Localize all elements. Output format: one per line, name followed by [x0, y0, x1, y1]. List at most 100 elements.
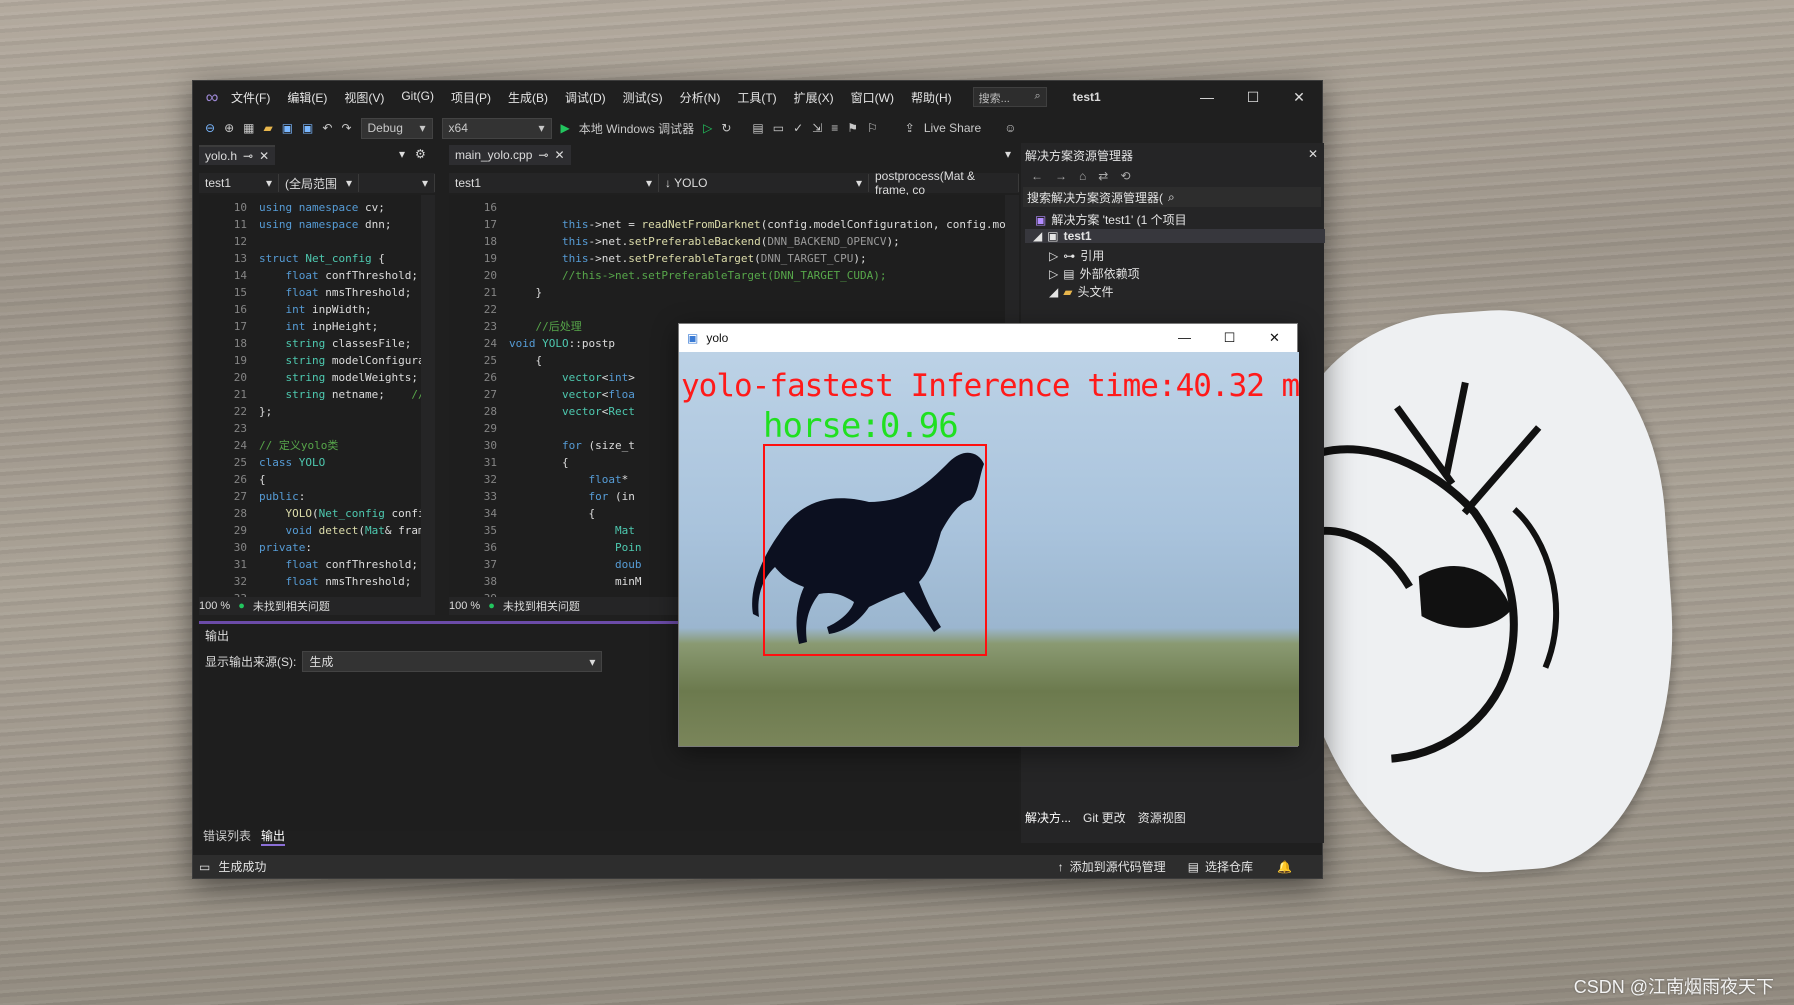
menu-tools[interactable]: 工具(T)	[737, 89, 776, 106]
tab-output[interactable]: 输出	[261, 827, 286, 846]
pin-icon[interactable]: ⊸	[243, 149, 253, 163]
add-source-control-button[interactable]: 添加到源代码管理	[1070, 858, 1166, 875]
menu-window[interactable]: 窗口(W)	[851, 89, 894, 106]
tree-solution[interactable]: ▣ 解决方案 'test1' (1 个项目	[1035, 211, 1187, 228]
maximize-icon[interactable]: ☐	[1230, 81, 1276, 113]
bell-icon[interactable]: 🔔	[1277, 860, 1292, 874]
spell-icon[interactable]: ✓	[793, 121, 803, 135]
select-repo-button[interactable]: 选择仓库	[1205, 858, 1253, 875]
tab-solution[interactable]: 解决方...	[1025, 809, 1071, 826]
close-icon[interactable]: ✕	[1276, 81, 1322, 113]
search-box[interactable]: 搜索... ⌕	[972, 87, 1047, 107]
repo-icon[interactable]: ▤	[1188, 860, 1199, 874]
redo-icon[interactable]: ↷	[341, 121, 351, 135]
config-select[interactable]: Debug ▾	[360, 117, 433, 139]
output-source-select[interactable]: 生成 ▾	[302, 651, 603, 672]
tree-references[interactable]: ▷ ⊶ 引用	[1049, 247, 1104, 264]
back-icon[interactable]: ⊖	[205, 121, 215, 135]
function-select[interactable]: postprocess(Mat & frame, co	[869, 169, 1019, 197]
close-icon[interactable]: ✕	[1308, 147, 1318, 161]
tab-main-yolo-cpp[interactable]: main_yolo.cpp ⊸ ✕	[449, 145, 571, 165]
project-select[interactable]: test1 ▾	[199, 174, 279, 192]
chevron-down-icon: ▾	[855, 176, 862, 190]
line-number: 21	[233, 388, 247, 401]
feedback-icon[interactable]: ☺	[1004, 121, 1016, 135]
menu-help[interactable]: 帮助(H)	[911, 89, 952, 106]
run-debugger-button[interactable]: 本地 Windows 调试器	[579, 120, 694, 137]
sol-search-input[interactable]: 搜索解决方案资源管理器(⌕	[1023, 187, 1321, 207]
open-icon[interactable]: ▰	[263, 121, 272, 135]
tab-yolo-h[interactable]: yolo.h ⊸ ✕	[199, 145, 276, 165]
menu-debug[interactable]: 调试(D)	[565, 89, 606, 106]
line-number: 24	[483, 337, 497, 350]
close-icon[interactable]: ✕	[1252, 324, 1297, 352]
output-source-value: 生成	[309, 655, 334, 669]
dropdown-icon[interactable]: ▾	[399, 147, 405, 161]
menu-view[interactable]: 视图(V)	[344, 89, 384, 106]
menu-file[interactable]: 文件(F)	[231, 89, 270, 106]
undo-icon[interactable]: ↶	[322, 121, 332, 135]
line-number: 32	[233, 575, 247, 588]
liveshare-button[interactable]: Live Share	[924, 121, 981, 135]
menu-project[interactable]: 项目(P)	[451, 89, 491, 106]
window-layout-icon[interactable]: ▭	[773, 121, 784, 135]
tab-git-changes[interactable]: Git 更改	[1083, 809, 1126, 826]
minimize-icon[interactable]: —	[1184, 81, 1230, 113]
bookmark-icon[interactable]: ⚑	[847, 121, 858, 135]
sync-icon[interactable]: ⇄	[1098, 169, 1108, 183]
class-label: ↓ YOLO	[665, 176, 708, 190]
liveshare-icon[interactable]: ⇪	[905, 121, 915, 135]
menu-analyze[interactable]: 分析(N)	[680, 89, 721, 106]
menu-extensions[interactable]: 扩展(X)	[794, 89, 834, 106]
class-select[interactable]: ↓ YOLO ▾	[659, 174, 869, 192]
folder-icon[interactable]: ▤	[752, 121, 763, 135]
menu-test[interactable]: 测试(S)	[623, 89, 663, 106]
pin-icon[interactable]: ⊸	[538, 148, 548, 162]
line-number: 20	[483, 269, 497, 282]
forward-icon[interactable]: →	[1055, 169, 1067, 183]
status-bar: ▭ 生成成功 ↑ 添加到源代码管理 ▤ 选择仓库 🔔	[193, 855, 1322, 878]
bookmark-prev-icon[interactable]: ⚐	[867, 121, 878, 135]
member-select[interactable]: ▾	[359, 174, 435, 192]
scope-select[interactable]: (全局范围 ▾	[279, 174, 359, 192]
history-icon[interactable]: ⟲	[1120, 169, 1130, 183]
minimize-icon[interactable]: —	[1162, 324, 1207, 352]
indent-icon[interactable]: ≡	[831, 121, 838, 135]
forward-icon[interactable]: ⊕	[224, 121, 234, 135]
dropdown-icon[interactable]: ▾	[1005, 147, 1011, 161]
hot-reload-icon[interactable]: ↻	[721, 121, 731, 135]
line-number: 25	[233, 456, 247, 469]
menu-edit[interactable]: 编辑(E)	[287, 89, 327, 106]
code-editor-left[interactable]: 10 11 12 13 14 15 16 17 18 19 20 21 22 23 24 25 26 27 28 29…	[199, 195, 435, 597]
zoom-level[interactable]: 100 %	[449, 600, 480, 612]
menu-git[interactable]: Git(G)	[401, 89, 434, 106]
save-all-icon[interactable]: ▣	[302, 121, 313, 135]
menu-build[interactable]: 生成(B)	[508, 89, 548, 106]
tab-resource-view[interactable]: 资源视图	[1138, 809, 1186, 826]
line-number: 28	[233, 507, 247, 520]
maximize-icon[interactable]: ☐	[1207, 324, 1252, 352]
close-icon[interactable]: ✕	[259, 149, 269, 163]
tree-project[interactable]: ◢ ▣ test1	[1025, 229, 1325, 243]
play-icon[interactable]: ▶	[561, 121, 570, 135]
tree-label: 头文件	[1077, 285, 1114, 299]
new-project-icon[interactable]: ▦	[243, 121, 254, 135]
home-icon[interactable]: ⌂	[1079, 169, 1086, 183]
zoom-level[interactable]: 100 %	[199, 600, 230, 612]
tree-external-deps[interactable]: ▷ ▤ 外部依赖项	[1049, 265, 1140, 282]
close-icon[interactable]: ✕	[554, 148, 564, 162]
project-select[interactable]: test1 ▾	[449, 174, 659, 192]
tree-headers[interactable]: ◢ ▰ 头文件	[1049, 283, 1113, 300]
back-icon[interactable]: ←	[1031, 169, 1043, 183]
gear-icon[interactable]: ⚙	[415, 147, 426, 161]
run-without-debug-icon[interactable]: ▷	[703, 121, 712, 135]
platform-select[interactable]: x64 ▾	[441, 117, 552, 139]
vertical-scrollbar[interactable]	[421, 195, 435, 597]
save-icon[interactable]: ▣	[282, 121, 293, 135]
line-number: 12	[233, 235, 247, 248]
upload-icon[interactable]: ↑	[1058, 860, 1064, 874]
function-label: postprocess(Mat & frame, co	[875, 169, 976, 197]
step-icon[interactable]: ⇲	[812, 121, 822, 135]
solution-icon: ▣	[1035, 212, 1047, 227]
tab-error-list[interactable]: 错误列表	[203, 827, 251, 846]
